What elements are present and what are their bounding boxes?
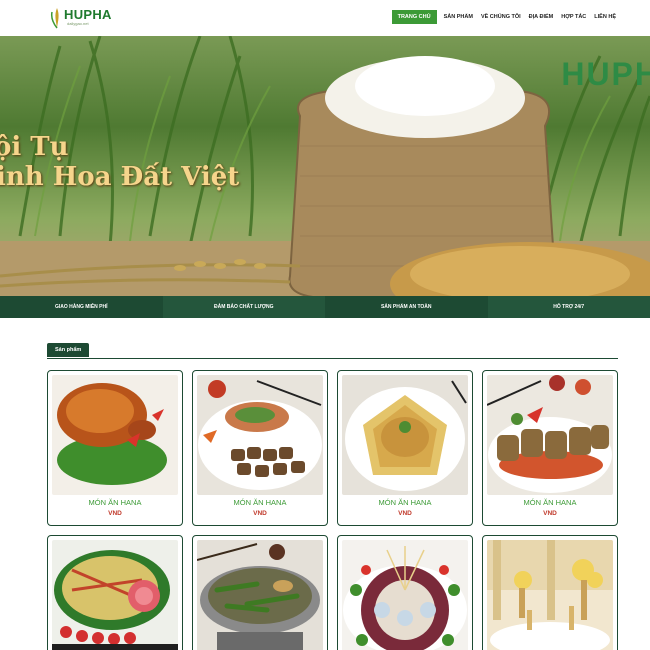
- feature-free-shipping: Giao hàng miễn phí: [0, 296, 163, 318]
- nav-item-products[interactable]: Sản phẩm: [440, 10, 477, 24]
- nav-item-partnership[interactable]: Hợp tác: [557, 10, 590, 24]
- feature-quality-assurance: Đảm bảo chất lượng: [162, 296, 325, 318]
- product-card[interactable]: Món ăn Hana VND: [482, 370, 618, 526]
- product-card[interactable]: [47, 535, 183, 650]
- nav-item-locations[interactable]: Địa điểm: [525, 10, 558, 24]
- product-card[interactable]: [337, 535, 473, 650]
- product-name[interactable]: Món ăn Hana: [48, 498, 182, 507]
- product-price: VND: [543, 510, 557, 517]
- product-image-carved-watermelon[interactable]: [52, 540, 178, 650]
- product-price: VND: [108, 510, 122, 517]
- product-card[interactable]: Món ăn Hana VND: [47, 370, 183, 526]
- nav-item-home[interactable]: Trang chủ: [391, 10, 437, 24]
- nav-item-contact[interactable]: Liên hệ: [590, 10, 620, 24]
- product-name[interactable]: Món ăn Hana: [483, 498, 617, 507]
- site-logo[interactable]: HUPHA dailygao.net: [50, 6, 112, 30]
- section-divider: [47, 358, 618, 359]
- product-card[interactable]: Món ăn Hana VND: [337, 370, 473, 526]
- product-image-stew-pot[interactable]: [197, 540, 323, 650]
- feature-safe-products: Sản phẩm an toàn: [325, 296, 488, 318]
- product-image-banquet-hall[interactable]: [487, 540, 613, 650]
- section-title-products[interactable]: Sản phẩm: [47, 343, 90, 357]
- feature-support-247: Hỗ trợ 24/7: [487, 296, 650, 318]
- site-header: HUPHA dailygao.net Trang chủ Sản phẩm Về…: [0, 0, 650, 36]
- product-card[interactable]: [192, 535, 328, 650]
- hero-headline-line1: ội Tụ: [0, 132, 69, 162]
- logo-text: HUPHA: [64, 7, 112, 22]
- main-nav: Trang chủ Sản phẩm Về chúng tôi Địa điểm…: [391, 10, 620, 24]
- product-image-fried-dish[interactable]: [487, 375, 613, 495]
- hero-banner[interactable]: HUPH ội Tụ inh Hoa Đất Việt: [0, 36, 650, 296]
- product-card[interactable]: Món ăn Hana VND: [192, 370, 328, 526]
- logo-subtext: dailygao.net: [67, 21, 89, 26]
- product-name[interactable]: Món ăn Hana: [338, 498, 472, 507]
- product-image-roast-pig[interactable]: [52, 375, 178, 495]
- rice-logo-icon: [51, 8, 59, 29]
- product-name[interactable]: Món ăn Hana: [193, 498, 327, 507]
- product-image-fried-rice-bowl[interactable]: [342, 375, 468, 495]
- product-price: VND: [398, 510, 412, 517]
- product-card[interactable]: [482, 535, 618, 650]
- nav-item-about[interactable]: Về chúng tôi: [477, 10, 525, 24]
- hero-headline-line2: inh Hoa Đất Việt: [0, 162, 240, 192]
- hero-brand-text: HUPH: [561, 56, 650, 92]
- feature-bar: Giao hàng miễn phí Đảm bảo chất lượng Sả…: [0, 296, 650, 318]
- product-image-seafood-platter[interactable]: [342, 540, 468, 650]
- product-image-meat-platter[interactable]: [197, 375, 323, 495]
- product-price: VND: [253, 510, 267, 517]
